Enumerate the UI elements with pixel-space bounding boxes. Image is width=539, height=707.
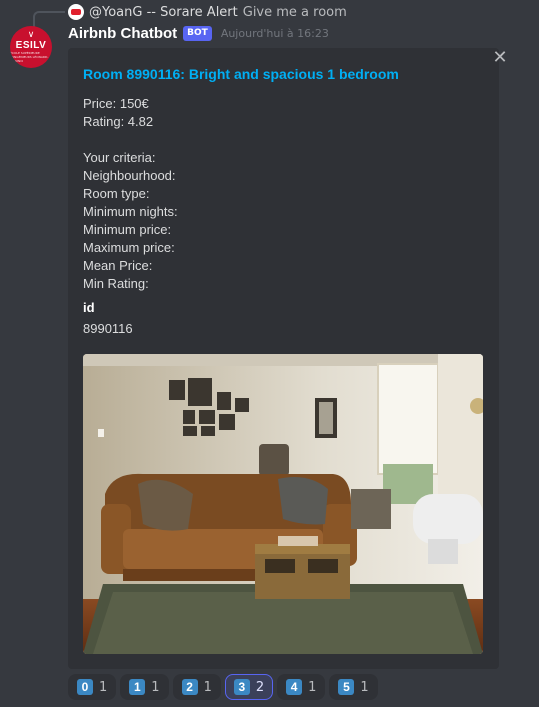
keycap-3-icon: 3: [233, 679, 250, 695]
desc-line: [83, 131, 178, 149]
keycap-4-icon: 4: [286, 679, 303, 695]
avatar-brand: ESILV: [15, 40, 47, 51]
reaction-count: 1: [308, 679, 317, 695]
avatar[interactable]: ∨ ESILV ÉCOLE SUPÉRIEURE D'INGÉNIEURS LÉ…: [10, 26, 52, 68]
desc-line: Neighbourhood:: [83, 168, 176, 183]
embed-title[interactable]: Room 8990116: Bright and spacious 1 bedr…: [83, 66, 399, 82]
desc-line: Your criteria:: [83, 150, 156, 165]
room-photo[interactable]: [83, 354, 483, 654]
reaction-keycap-1[interactable]: 1 1: [120, 674, 169, 700]
close-icon[interactable]: ✕: [492, 49, 508, 67]
reaction-keycap-3[interactable]: 3 2: [224, 674, 274, 700]
reply-preview[interactable]: @YoanG -- Sorare Alert Give me a room: [68, 3, 347, 21]
reply-avatar: [68, 4, 84, 20]
reaction-keycap-2[interactable]: 2 1: [172, 674, 221, 700]
desc-line: Mean Price:: [83, 258, 153, 273]
avatar-logo-mark: ∨: [27, 30, 35, 40]
desc-line: Rating: 4.82: [83, 114, 154, 129]
reaction-count: 1: [360, 679, 369, 695]
desc-line: Price: 150€: [83, 96, 149, 111]
keycap-5-icon: 5: [338, 679, 355, 695]
reaction-count: 1: [99, 679, 108, 695]
reaction-count: 2: [255, 679, 265, 695]
desc-line: Room type:: [83, 186, 150, 201]
reaction-keycap-0[interactable]: 0 1: [68, 674, 117, 700]
reaction-keycap-4[interactable]: 4 1: [277, 674, 326, 700]
field-name: id: [83, 300, 95, 315]
reply-author[interactable]: @YoanG -- Sorare Alert: [89, 5, 238, 20]
bot-tag: BOT: [183, 26, 212, 41]
desc-line: Minimum price:: [83, 222, 172, 237]
username[interactable]: Airbnb Chatbot: [68, 25, 177, 42]
desc-line: Minimum nights:: [83, 204, 178, 219]
keycap-1-icon: 1: [129, 679, 146, 695]
room-photo-illustration: [83, 354, 483, 654]
embed-description: Price: 150€ Rating: 4.82 Your criteria: …: [83, 95, 178, 293]
reaction-count: 1: [203, 679, 212, 695]
reaction-bar: 0 1 1 1 2 1 3 2 4 1 5 1: [68, 674, 378, 700]
message-header: Airbnb Chatbot BOT Aujourd'hui à 16:23: [68, 25, 329, 42]
reply-text: Give me a room: [242, 4, 347, 20]
reaction-count: 1: [151, 679, 160, 695]
keycap-2-icon: 2: [181, 679, 198, 695]
reply-connector: [33, 11, 65, 27]
keycap-0-icon: 0: [77, 679, 93, 695]
avatar-subtext: ÉCOLE SUPÉRIEURE D'INGÉNIEURS LÉONARD-DE…: [10, 51, 49, 63]
desc-line: Maximum price:: [83, 240, 175, 255]
desc-line: Min Rating:: [83, 276, 149, 291]
field-value: 8990116: [83, 321, 133, 336]
timestamp: Aujourd'hui à 16:23: [220, 27, 329, 40]
embed: ✕ Room 8990116: Bright and spacious 1 be…: [68, 48, 508, 669]
reaction-keycap-5[interactable]: 5 1: [329, 674, 378, 700]
